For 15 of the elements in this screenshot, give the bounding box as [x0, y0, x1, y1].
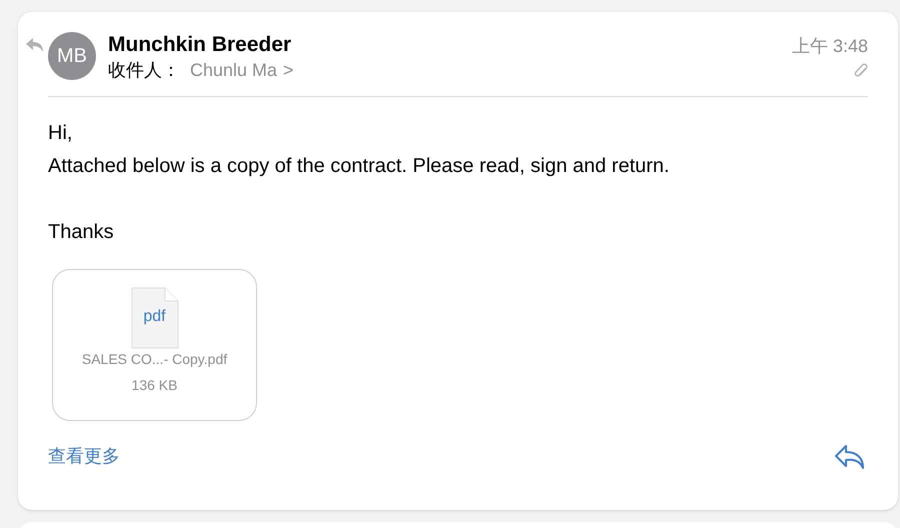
recipient-link[interactable]: Chunlu Ma >: [190, 58, 294, 82]
avatar: MB: [48, 32, 96, 80]
message-time: 上午 3:48: [792, 35, 868, 58]
sender-name: Munchkin Breeder: [108, 32, 292, 58]
see-more-link[interactable]: 查看更多: [48, 443, 120, 470]
file-size: 136 KB: [132, 376, 178, 394]
recipient-label: 收件人：: [108, 59, 180, 82]
file-type-label: pdf: [143, 308, 166, 326]
body-text: Hi,: [48, 121, 72, 146]
file-name: SALES CO...- Copy.pdf: [82, 350, 228, 368]
closing-text: Thanks: [48, 220, 114, 245]
body-text: Attached below is a copy of the contract. Please read, sign and return.: [48, 154, 670, 179]
reply-icon[interactable]: [834, 444, 866, 470]
document-icon: [130, 287, 178, 349]
attachment-card[interactable]: pdf SALES CO...- Copy.pdf 136 KB: [52, 269, 257, 421]
